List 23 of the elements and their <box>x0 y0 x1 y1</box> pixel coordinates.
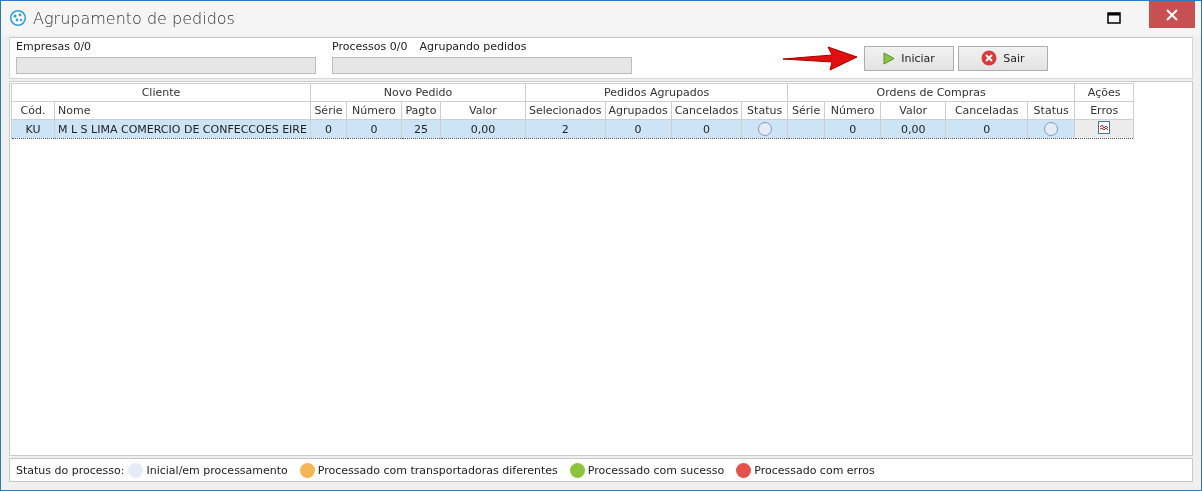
legend-text: Processado com erros <box>754 463 875 477</box>
exit-button[interactable]: Sair <box>958 45 1048 71</box>
window-title: Agrupamento de pedidos <box>33 8 236 28</box>
close-icon <box>981 50 998 66</box>
progress-status: Agrupando pedidos <box>419 40 527 55</box>
close-button[interactable] <box>1149 1 1195 28</box>
legend-label: Status do processo: <box>16 463 125 477</box>
app-icon <box>9 9 27 27</box>
play-icon <box>883 51 896 65</box>
group-header: Cliente <box>11 83 311 102</box>
progress-label: Empresas 0/0 <box>16 40 92 55</box>
maximize-icon[interactable] <box>1107 12 1121 24</box>
group-header: Ações <box>1074 83 1134 102</box>
start-button[interactable]: Iniciar <box>864 45 954 71</box>
legend-text: Processado com transportadoras diferentes <box>317 463 558 477</box>
progress-label: Processos 0/0 <box>332 40 408 55</box>
group-header: Ordens de Compras <box>787 83 1075 102</box>
error-chart-icon[interactable] <box>1098 121 1111 134</box>
close-icon <box>1166 8 1178 21</box>
legend-text: Inicial/em processamento <box>146 463 288 477</box>
legend-text: Processado com sucesso <box>587 463 725 477</box>
group-header: Pedidos Agrupados <box>525 83 788 102</box>
group-header: Novo Pedido <box>310 83 526 102</box>
